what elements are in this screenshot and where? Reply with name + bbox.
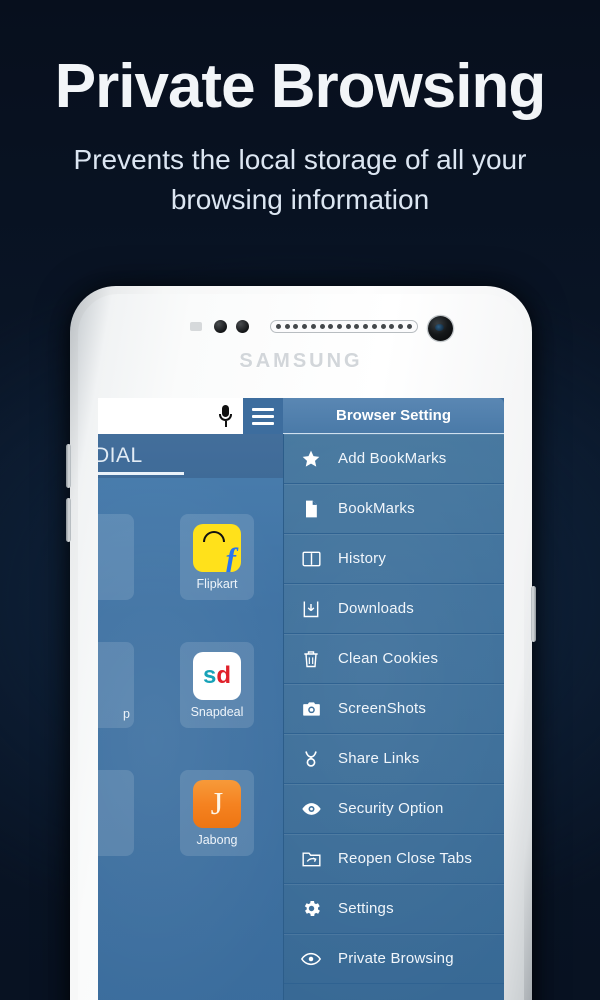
tile-label: p <box>123 707 130 721</box>
speed-dial-tile-snapdeal[interactable]: sd Snapdeal <box>180 642 254 728</box>
snapdeal-icon: sd <box>193 651 241 700</box>
speed-dial-tiles: p f Flipkart sd Snapdeal J Jabong <box>98 478 283 1000</box>
tile-label: Jabong <box>196 832 238 847</box>
front-camera-icon <box>428 316 453 341</box>
phone-top-bezel: SAMSUNG <box>78 294 524 398</box>
tile-label: Snapdeal <box>190 704 244 719</box>
menu-item-label: Private Browsing <box>338 950 454 967</box>
camera-icon <box>300 698 322 720</box>
speed-dial-tab[interactable]: DIAL <box>98 434 283 478</box>
screen-body: DIAL p f Flipkart s d Snapdeal J Jabong … <box>98 434 504 1000</box>
menu-item-label: Settings <box>338 900 394 917</box>
menu-item-label: Add BookMarks <box>338 450 447 467</box>
book-icon <box>300 548 322 570</box>
page-subtitle: Prevents the local storage of all your b… <box>73 144 527 215</box>
menu-item-label: ScreenShots <box>338 700 427 717</box>
trash-icon <box>300 648 322 670</box>
menu-item-history[interactable]: History <box>284 534 504 584</box>
speed-dial-tile-partial[interactable] <box>98 514 134 600</box>
tile-label: Flipkart <box>196 576 238 591</box>
phone-screen: Browser Setting DIAL p f Flipkart s d Sn… <box>98 398 504 1000</box>
menu-item-label: History <box>338 550 387 567</box>
sensor-array <box>78 316 524 341</box>
device-brand-label: SAMSUNG <box>239 350 363 372</box>
eye-outline-icon <box>300 948 322 970</box>
speed-dial-page: DIAL p f Flipkart s d Snapdeal J Jabong <box>98 434 283 1000</box>
proximity-sensor-icon <box>214 320 227 333</box>
menu-item-security-option[interactable]: Security Option <box>284 784 504 834</box>
menu-item-share-links[interactable]: Share Links <box>284 734 504 784</box>
microphone-icon[interactable] <box>219 405 232 427</box>
menu-item-bookmarks[interactable]: BookMarks <box>284 484 504 534</box>
page-title: Private Browsing <box>54 52 546 121</box>
download-icon <box>300 598 322 620</box>
flipkart-icon: f <box>193 523 241 572</box>
document-icon <box>300 498 322 520</box>
menu-item-reopen-close-tabs[interactable]: Reopen Close Tabs <box>284 834 504 884</box>
menu-item-label: Reopen Close Tabs <box>338 850 473 867</box>
earpiece-speaker-icon <box>270 320 418 333</box>
menu-item-downloads[interactable]: Downloads <box>284 584 504 634</box>
volume-down-button[interactable] <box>66 498 71 542</box>
speed-dial-tile-partial[interactable]: p <box>98 642 134 728</box>
gear-icon <box>300 898 322 920</box>
menu-item-private-browsing[interactable]: Private Browsing <box>284 934 504 984</box>
menu-item-clean-cookies[interactable]: Clean Cookies <box>284 634 504 684</box>
folder-reopen-icon <box>300 848 322 870</box>
hamburger-menu-icon[interactable] <box>243 398 283 434</box>
url-bar[interactable] <box>98 398 243 434</box>
jabong-icon: J <box>193 779 241 828</box>
promo-header: Private Browsing Prevents the local stor… <box>0 0 600 220</box>
share-icon <box>300 748 322 770</box>
phone-bezel: SAMSUNG Browser Setting DIAL p f Flipkar… <box>78 294 524 1000</box>
menu-item-add-bookmarks[interactable]: Add BookMarks <box>284 434 504 484</box>
volume-up-button[interactable] <box>66 444 71 488</box>
light-sensor-icon <box>236 320 249 333</box>
phone-device-mockup: SAMSUNG Browser Setting DIAL p f Flipkar… <box>66 286 536 1000</box>
speed-dial-tile-jabong[interactable]: J Jabong <box>180 770 254 856</box>
speed-dial-tab-label: DIAL <box>98 444 143 467</box>
menu-item-screenshots[interactable]: ScreenShots <box>284 684 504 734</box>
eye-icon <box>300 798 322 820</box>
speed-dial-tile-flipkart[interactable]: f Flipkart <box>180 514 254 600</box>
power-button[interactable] <box>531 586 536 642</box>
star-icon <box>300 448 322 470</box>
menu-item-label: BookMarks <box>338 500 415 517</box>
menu-item-label: Clean Cookies <box>338 650 439 667</box>
speed-dial-tile-partial[interactable] <box>98 770 134 856</box>
browser-chrome: Browser Setting <box>98 398 504 434</box>
menu-item-label: Security Option <box>338 800 444 817</box>
menu-item-label: Downloads <box>338 600 415 617</box>
menu-item-settings[interactable]: Settings <box>284 884 504 934</box>
proximity-blur <box>190 322 202 331</box>
browser-setting-menu: Add BookMarks BookMarks History Download… <box>283 434 504 1000</box>
panel-title: Browser Setting <box>283 398 504 434</box>
menu-item-label: Share Links <box>338 750 420 767</box>
tab-active-indicator <box>98 472 184 475</box>
